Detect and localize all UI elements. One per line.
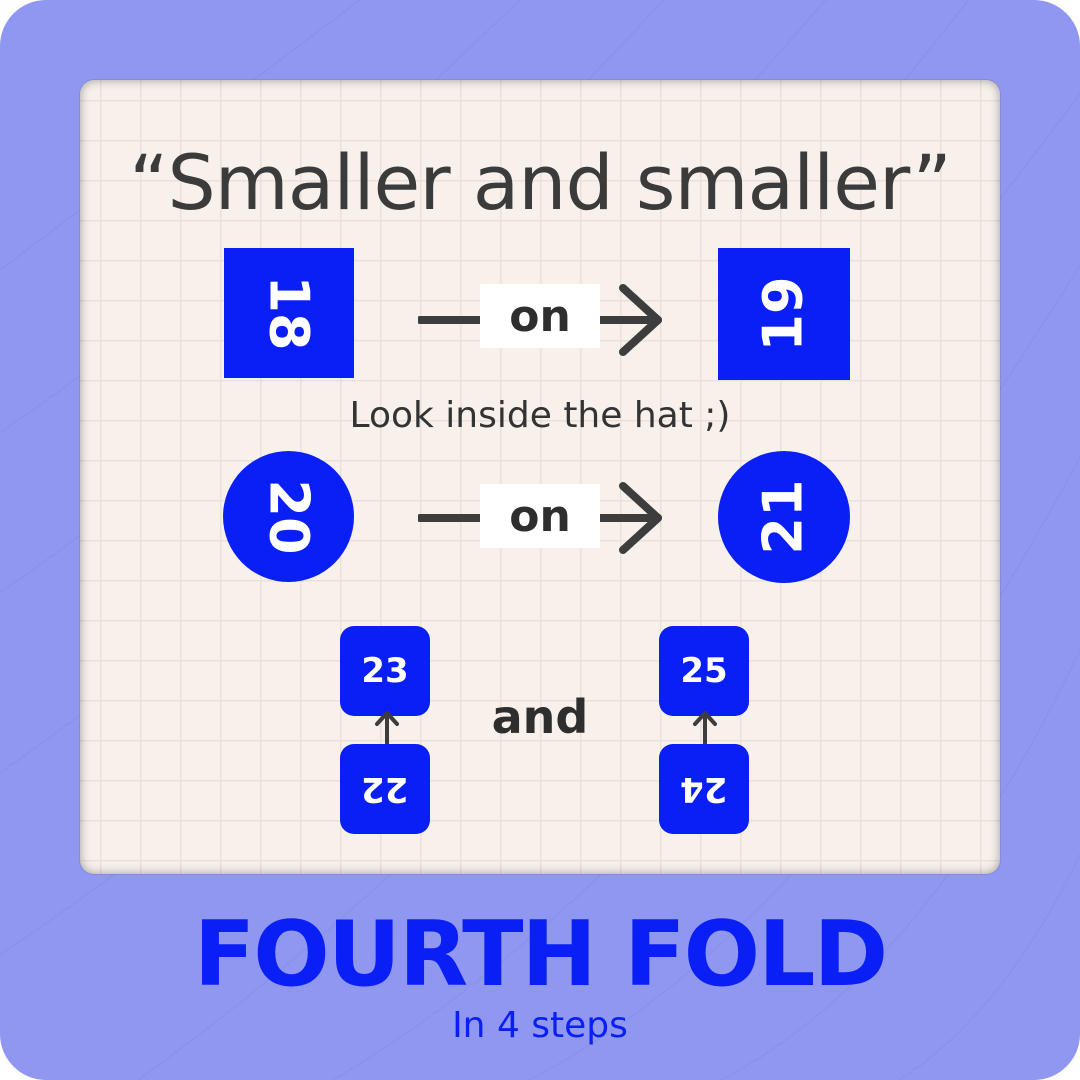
number-label: 24: [680, 769, 728, 809]
number-label: 21: [752, 479, 815, 555]
footer-subtitle: In 4 steps: [452, 1005, 628, 1046]
caption: Look inside the hat ;): [349, 395, 731, 436]
number-square-18: 18: [224, 248, 354, 378]
poster-frame: “Smaller and smaller” 18 on 19 Look insi…: [0, 0, 1080, 1080]
number-label: 18: [258, 275, 321, 351]
number-label: 25: [680, 651, 728, 691]
footer-title: FOURTH FOLD: [193, 902, 888, 1007]
number-square-19: 19: [718, 248, 850, 380]
on-label: on: [480, 484, 600, 548]
number-tile-24: 24: [659, 744, 749, 834]
number-tile-22: 22: [340, 744, 430, 834]
number-tile-23: 23: [340, 626, 430, 716]
on-label: on: [480, 284, 600, 348]
number-label: 19: [752, 276, 815, 352]
headline: “Smaller and smaller”: [129, 138, 952, 227]
number-label: 22: [361, 769, 409, 809]
number-circle-20: 20: [223, 451, 354, 582]
and-label: and: [491, 690, 589, 744]
number-circle-21: 21: [718, 451, 850, 583]
number-tile-25: 25: [659, 626, 749, 716]
number-label: 20: [257, 478, 321, 555]
number-label: 23: [361, 651, 409, 691]
